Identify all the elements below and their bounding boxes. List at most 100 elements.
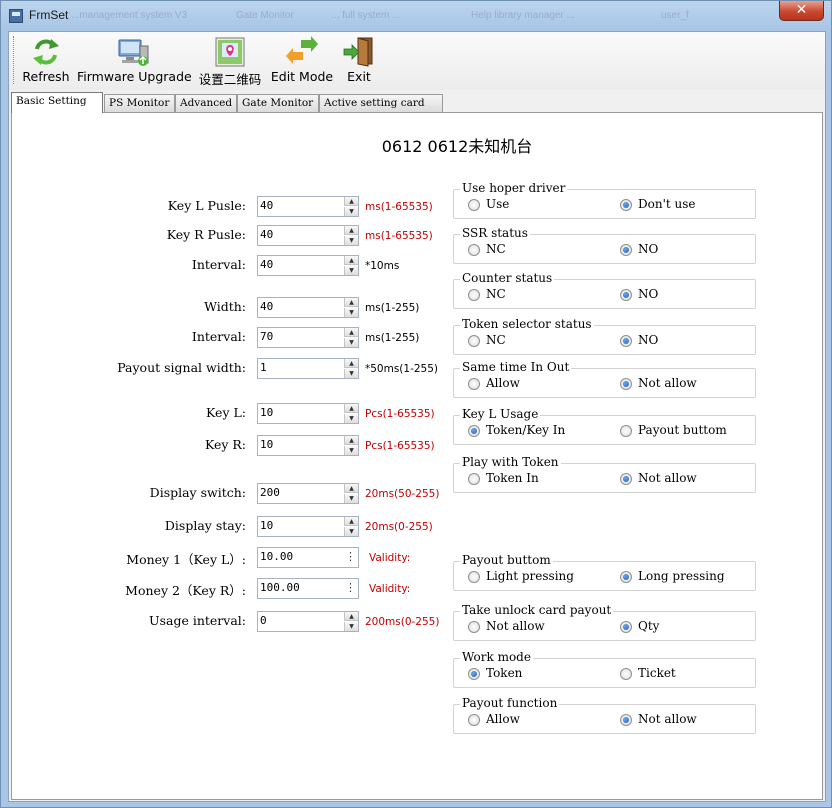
radio-unchecked-icon[interactable] [468, 244, 480, 256]
spin-up-icon[interactable]: ▲ [344, 256, 358, 265]
title-bar[interactable]: FrmSet ...management system V3 Gate Moni… [1, 1, 831, 31]
radio-label: Token In [486, 471, 539, 485]
numeric-spin-input[interactable]: 70 ▲ ▼ [257, 327, 359, 348]
field-value: 40 [260, 228, 274, 241]
spin-down-icon[interactable]: ▼ [344, 494, 358, 503]
toolbar-grip[interactable] [13, 36, 16, 84]
radio-checked-icon[interactable] [620, 714, 632, 726]
refresh-icon [33, 39, 59, 65]
radio-label: Long pressing [638, 569, 725, 583]
group-title: Work mode [460, 650, 533, 664]
field-unit: ms(1-255) [365, 302, 420, 314]
radio-label: Not allow [638, 712, 697, 726]
spin-down-icon[interactable]: ▼ [344, 308, 358, 317]
numeric-spin-input[interactable]: 10 ▲ ▼ [257, 516, 359, 537]
radio-unchecked-icon[interactable] [468, 571, 480, 583]
background-window-title: Help library manager ... [471, 10, 575, 21]
radio-unchecked-icon[interactable] [468, 289, 480, 301]
radio-checked-icon[interactable] [620, 199, 632, 211]
numeric-spin-input[interactable]: 200 ▲ ▼ [257, 483, 359, 504]
field-unit: *50ms(1-255) [365, 363, 439, 375]
frmset-window: FrmSet ...management system V3 Gate Moni… [0, 0, 832, 808]
exit-button[interactable]: Exit [339, 34, 379, 88]
app-icon [9, 9, 23, 23]
radio-checked-icon[interactable] [620, 571, 632, 583]
radio-unchecked-icon[interactable] [468, 199, 480, 211]
spin-up-icon[interactable]: ▲ [344, 359, 358, 368]
radio-unchecked-icon[interactable] [468, 714, 480, 726]
firmware-upgrade-button[interactable]: Firmware Upgrade [77, 34, 192, 88]
radio-unchecked-icon[interactable] [468, 335, 480, 347]
spin-down-icon[interactable]: ▼ [344, 414, 358, 423]
radio-checked-icon[interactable] [468, 425, 480, 437]
option-group: Same time In Out Allow Not allow [453, 360, 756, 398]
spin-up-icon[interactable]: ▲ [344, 197, 358, 206]
numeric-spin-input[interactable]: 10 ▲ ▼ [257, 403, 359, 424]
money-input[interactable]: 10.00 ⋮ [257, 547, 359, 568]
numeric-spin-input[interactable]: 40 ▲ ▼ [257, 297, 359, 318]
money-input[interactable]: 100.00 ⋮ [257, 578, 359, 599]
spin-down-icon[interactable]: ▼ [344, 446, 358, 455]
radio-label: Token [486, 666, 523, 680]
edit-mode-button[interactable]: Edit Mode [267, 34, 337, 88]
refresh-button[interactable]: Refresh [21, 34, 71, 88]
radio-unchecked-icon[interactable] [620, 425, 632, 437]
field-label: Money 1（Key L）: [126, 552, 246, 567]
tab-active-setting-card[interactable]: Active setting card [319, 94, 443, 112]
spin-up-icon[interactable]: ▲ [344, 404, 358, 413]
radio-unchecked-icon[interactable] [620, 668, 632, 680]
radio-checked-icon[interactable] [620, 473, 632, 485]
spin-up-icon[interactable]: ▲ [344, 298, 358, 307]
field-label: Key L: [206, 405, 246, 420]
tab-gate-monitor[interactable]: Gate Monitor [237, 94, 319, 112]
group-title: Counter status [460, 271, 555, 285]
group-title: Take unlock card payout [460, 603, 614, 617]
numeric-spin-input[interactable]: 40 ▲ ▼ [257, 255, 359, 276]
radio-checked-icon[interactable] [620, 289, 632, 301]
field-value: 0 [260, 614, 267, 627]
spin-up-icon[interactable]: ▲ [344, 226, 358, 235]
numeric-spin-input[interactable]: 1 ▲ ▼ [257, 358, 359, 379]
close-button[interactable]: ✕ [779, 1, 824, 21]
option-group: Work mode Token Ticket [453, 650, 756, 688]
field-label: Interval: [191, 329, 246, 344]
spin-down-icon[interactable]: ▼ [344, 622, 358, 631]
numeric-spin-input[interactable]: 10 ▲ ▼ [257, 435, 359, 456]
spin-up-icon[interactable]: ▲ [344, 328, 358, 337]
radio-unchecked-icon[interactable] [468, 621, 480, 633]
set-qrcode-button[interactable]: 设置二维码 [197, 34, 263, 88]
field-handle-icon: ⋮ [345, 581, 356, 594]
radio-label: Allow [486, 376, 520, 390]
radio-label: Use [486, 197, 510, 211]
group-title: Use hoper driver [460, 181, 568, 195]
spin-up-icon[interactable]: ▲ [344, 436, 358, 445]
numeric-spin-input[interactable]: 40 ▲ ▼ [257, 225, 359, 246]
spin-down-icon[interactable]: ▼ [344, 207, 358, 216]
radio-checked-icon[interactable] [620, 244, 632, 256]
tab-basic-setting[interactable]: Basic Setting [11, 92, 103, 113]
radio-label: NC [486, 242, 506, 256]
radio-unchecked-icon[interactable] [468, 473, 480, 485]
spin-down-icon[interactable]: ▼ [344, 236, 358, 245]
tab-ps-monitor[interactable]: PS Monitor [104, 94, 175, 112]
background-window-title: Gate Monitor [236, 10, 294, 21]
radio-checked-icon[interactable] [620, 621, 632, 633]
spin-down-icon[interactable]: ▼ [344, 527, 358, 536]
numeric-spin-input[interactable]: 0 ▲ ▼ [257, 611, 359, 632]
tab-advanced[interactable]: Advanced [175, 94, 237, 112]
field-unit: 20ms(50-255) [365, 488, 440, 500]
field-value: 40 [260, 300, 274, 313]
spin-up-icon[interactable]: ▲ [344, 612, 358, 621]
radio-checked-icon[interactable] [620, 335, 632, 347]
spin-down-icon[interactable]: ▼ [344, 266, 358, 275]
radio-unchecked-icon[interactable] [468, 378, 480, 390]
spin-up-icon[interactable]: ▲ [344, 517, 358, 526]
radio-checked-icon[interactable] [468, 668, 480, 680]
spin-down-icon[interactable]: ▼ [344, 369, 358, 378]
group-title: Payout buttom [460, 553, 553, 567]
spin-down-icon[interactable]: ▼ [344, 338, 358, 347]
radio-checked-icon[interactable] [620, 378, 632, 390]
radio-label: NO [638, 287, 659, 301]
spin-up-icon[interactable]: ▲ [344, 484, 358, 493]
numeric-spin-input[interactable]: 40 ▲ ▼ [257, 196, 359, 217]
